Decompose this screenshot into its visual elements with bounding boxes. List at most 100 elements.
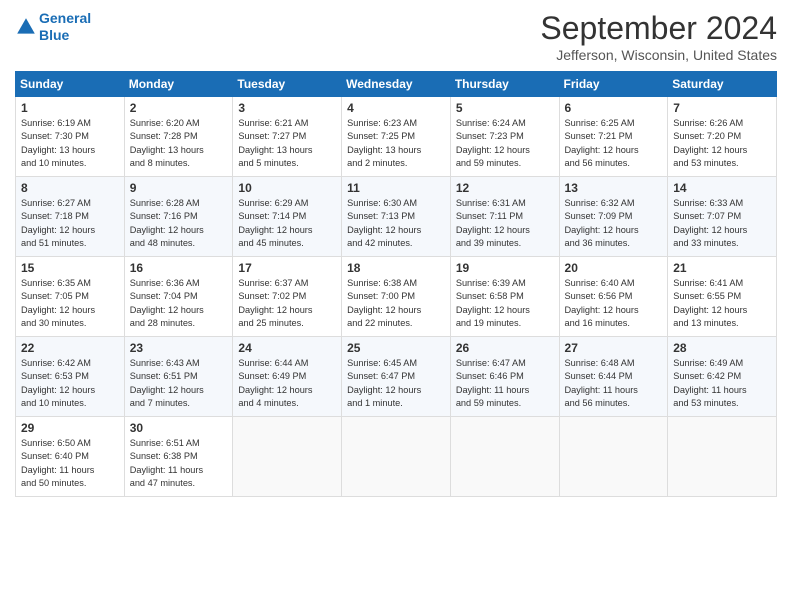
logo-icon	[15, 16, 37, 38]
calendar-cell: 29 Sunrise: 6:50 AMSunset: 6:40 PMDayligh…	[16, 417, 125, 497]
day-number: 14	[673, 181, 771, 195]
day-info: Sunrise: 6:33 AMSunset: 7:07 PMDaylight:…	[673, 197, 771, 250]
day-number: 1	[21, 101, 119, 115]
calendar-cell: 12Sunrise: 6:31 AMSunset: 7:11 PMDayligh…	[450, 177, 559, 257]
day-number: 11	[347, 181, 445, 195]
week-row-5: 29 Sunrise: 6:50 AMSunset: 6:40 PMDayligh…	[16, 417, 777, 497]
day-number: 12	[456, 181, 554, 195]
day-info: Sunrise: 6:42 AMSunset: 6:53 PMDaylight:…	[21, 357, 119, 410]
day-number: 10	[238, 181, 336, 195]
day-number: 9	[130, 181, 228, 195]
week-row-2: 8Sunrise: 6:27 AMSunset: 7:18 PMDaylight…	[16, 177, 777, 257]
calendar-cell	[450, 417, 559, 497]
calendar-cell: 11 Sunrise: 6:30 AMSunset: 7:13 PMDayligh…	[342, 177, 451, 257]
day-number: 3	[238, 101, 336, 115]
calendar-cell: 6Sunrise: 6:25 AMSunset: 7:21 PMDaylight…	[559, 97, 668, 177]
day-info: Sunrise: 6:36 AMSunset: 7:04 PMDaylight:…	[130, 277, 228, 330]
calendar-cell: 10 Sunrise: 6:29 AMSunset: 7:14 PMDayligh…	[233, 177, 342, 257]
day-number: 25	[347, 341, 445, 355]
day-info: Sunrise: 6:51 AMSunset: 6:38 PMDaylight:…	[130, 437, 228, 490]
day-info: Sunrise: 6:41 AMSunset: 6:55 PMDaylight:…	[673, 277, 771, 330]
calendar-cell: 22 Sunrise: 6:42 AMSunset: 6:53 PMDayligh…	[16, 337, 125, 417]
day-info: Sunrise: 6:23 AMSunset: 7:25 PMDaylight:…	[347, 117, 445, 170]
calendar-cell: 16 Sunrise: 6:36 AMSunset: 7:04 PMDayligh…	[124, 257, 233, 337]
calendar-cell: 28Sunrise: 6:49 AMSunset: 6:42 PMDayligh…	[668, 337, 777, 417]
calendar-cell: 18 Sunrise: 6:38 AMSunset: 7:00 PMDayligh…	[342, 257, 451, 337]
day-number: 30	[130, 421, 228, 435]
calendar-cell: 27 Sunrise: 6:48 AMSunset: 6:44 PMDayligh…	[559, 337, 668, 417]
weekday-header-saturday: Saturday	[668, 72, 777, 97]
day-info: Sunrise: 6:38 AMSunset: 7:00 PMDaylight:…	[347, 277, 445, 330]
calendar-cell: 25 Sunrise: 6:45 AMSunset: 6:47 PMDayligh…	[342, 337, 451, 417]
day-info: Sunrise: 6:37 AMSunset: 7:02 PMDaylight:…	[238, 277, 336, 330]
day-info: Sunrise: 6:40 AMSunset: 6:56 PMDaylight:…	[565, 277, 663, 330]
day-number: 23	[130, 341, 228, 355]
title-area: September 2024 Jefferson, Wisconsin, Uni…	[540, 10, 777, 63]
day-info: Sunrise: 6:48 AMSunset: 6:44 PMDaylight:…	[565, 357, 663, 410]
weekday-header-wednesday: Wednesday	[342, 72, 451, 97]
day-number: 5	[456, 101, 554, 115]
weekday-header-sunday: Sunday	[16, 72, 125, 97]
day-info: Sunrise: 6:39 AMSunset: 6:58 PMDaylight:…	[456, 277, 554, 330]
calendar-cell: 9 Sunrise: 6:28 AMSunset: 7:16 PMDaylight…	[124, 177, 233, 257]
day-number: 22	[21, 341, 119, 355]
calendar-cell: 24 Sunrise: 6:44 AMSunset: 6:49 PMDayligh…	[233, 337, 342, 417]
calendar-cell	[233, 417, 342, 497]
calendar-cell: 23 Sunrise: 6:43 AMSunset: 6:51 PMDayligh…	[124, 337, 233, 417]
day-info: Sunrise: 6:50 AMSunset: 6:40 PMDaylight:…	[21, 437, 119, 490]
day-info: Sunrise: 6:49 AMSunset: 6:42 PMDaylight:…	[673, 357, 771, 410]
day-number: 4	[347, 101, 445, 115]
logo: General Blue	[15, 10, 91, 44]
logo-text: General Blue	[39, 10, 91, 44]
day-number: 21	[673, 261, 771, 275]
weekday-header-friday: Friday	[559, 72, 668, 97]
day-info: Sunrise: 6:47 AMSunset: 6:46 PMDaylight:…	[456, 357, 554, 410]
weekday-header-monday: Monday	[124, 72, 233, 97]
day-info: Sunrise: 6:30 AMSunset: 7:13 PMDaylight:…	[347, 197, 445, 250]
calendar-cell	[342, 417, 451, 497]
calendar-cell: 26 Sunrise: 6:47 AMSunset: 6:46 PMDayligh…	[450, 337, 559, 417]
day-info: Sunrise: 6:29 AMSunset: 7:14 PMDaylight:…	[238, 197, 336, 250]
day-number: 16	[130, 261, 228, 275]
day-info: Sunrise: 6:24 AMSunset: 7:23 PMDaylight:…	[456, 117, 554, 170]
header: General Blue September 2024 Jefferson, W…	[15, 10, 777, 63]
calendar-cell: 4 Sunrise: 6:23 AMSunset: 7:25 PMDaylight…	[342, 97, 451, 177]
weekday-header-row: SundayMondayTuesdayWednesdayThursdayFrid…	[16, 72, 777, 97]
day-number: 20	[565, 261, 663, 275]
calendar-cell: 8Sunrise: 6:27 AMSunset: 7:18 PMDaylight…	[16, 177, 125, 257]
day-info: Sunrise: 6:28 AMSunset: 7:16 PMDaylight:…	[130, 197, 228, 250]
calendar-cell: 2Sunrise: 6:20 AMSunset: 7:28 PMDaylight…	[124, 97, 233, 177]
calendar-cell: 5 Sunrise: 6:24 AMSunset: 7:23 PMDaylight…	[450, 97, 559, 177]
calendar-cell	[559, 417, 668, 497]
day-number: 7	[673, 101, 771, 115]
day-number: 26	[456, 341, 554, 355]
day-info: Sunrise: 6:43 AMSunset: 6:51 PMDaylight:…	[130, 357, 228, 410]
day-number: 8	[21, 181, 119, 195]
day-info: Sunrise: 6:25 AMSunset: 7:21 PMDaylight:…	[565, 117, 663, 170]
calendar: SundayMondayTuesdayWednesdayThursdayFrid…	[15, 71, 777, 497]
day-number: 24	[238, 341, 336, 355]
calendar-cell	[668, 417, 777, 497]
weekday-header-thursday: Thursday	[450, 72, 559, 97]
day-info: Sunrise: 6:35 AMSunset: 7:05 PMDaylight:…	[21, 277, 119, 330]
month-title: September 2024	[540, 10, 777, 47]
week-row-3: 15 Sunrise: 6:35 AMSunset: 7:05 PMDayligh…	[16, 257, 777, 337]
day-number: 18	[347, 261, 445, 275]
day-info: Sunrise: 6:21 AMSunset: 7:27 PMDaylight:…	[238, 117, 336, 170]
day-number: 15	[21, 261, 119, 275]
calendar-cell: 15 Sunrise: 6:35 AMSunset: 7:05 PMDayligh…	[16, 257, 125, 337]
calendar-cell: 3 Sunrise: 6:21 AMSunset: 7:27 PMDaylight…	[233, 97, 342, 177]
calendar-cell: 21 Sunrise: 6:41 AMSunset: 6:55 PMDayligh…	[668, 257, 777, 337]
day-info: Sunrise: 6:44 AMSunset: 6:49 PMDaylight:…	[238, 357, 336, 410]
day-number: 27	[565, 341, 663, 355]
calendar-cell: 1Sunrise: 6:19 AMSunset: 7:30 PMDaylight…	[16, 97, 125, 177]
location: Jefferson, Wisconsin, United States	[540, 47, 777, 63]
calendar-cell: 13Sunrise: 6:32 AMSunset: 7:09 PMDayligh…	[559, 177, 668, 257]
day-number: 17	[238, 261, 336, 275]
day-info: Sunrise: 6:45 AMSunset: 6:47 PMDaylight:…	[347, 357, 445, 410]
calendar-cell: 14 Sunrise: 6:33 AMSunset: 7:07 PMDayligh…	[668, 177, 777, 257]
calendar-cell: 20 Sunrise: 6:40 AMSunset: 6:56 PMDayligh…	[559, 257, 668, 337]
day-number: 29	[21, 421, 119, 435]
calendar-cell: 17 Sunrise: 6:37 AMSunset: 7:02 PMDayligh…	[233, 257, 342, 337]
day-info: Sunrise: 6:20 AMSunset: 7:28 PMDaylight:…	[130, 117, 228, 170]
